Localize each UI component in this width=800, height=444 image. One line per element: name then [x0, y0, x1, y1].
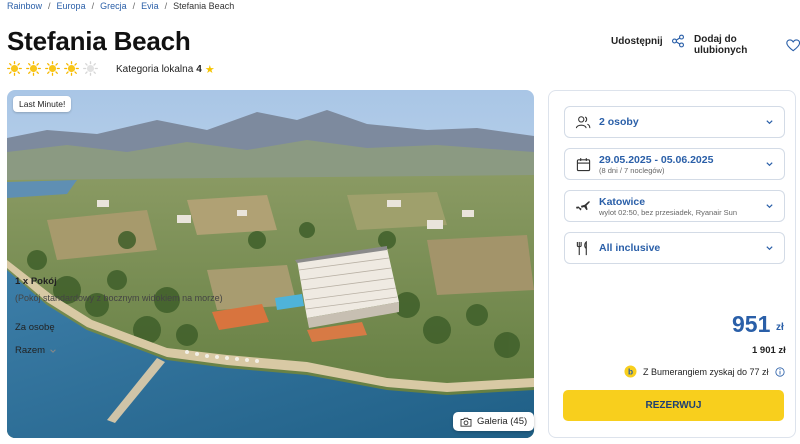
gallery-label: Galeria (45)	[477, 416, 528, 427]
chevron-down-icon	[766, 246, 773, 251]
sun-star-icon	[64, 61, 79, 76]
page-title: Stefania Beach	[7, 26, 191, 56]
boomerang-text: Z Bumerangiem zyskaj do 77 zł	[643, 366, 769, 377]
boomerang-info: b Z Bumerangiem zyskaj do 77 zł	[624, 365, 785, 378]
breadcrumb-separator: /	[91, 1, 95, 11]
camera-icon	[460, 417, 472, 427]
dates-duration: (8 dni / 7 noclegów)	[599, 165, 665, 175]
hotel-photo[interactable]	[7, 90, 534, 438]
departure-city: Katowice	[599, 195, 646, 208]
board-select[interactable]: All inclusive	[564, 232, 785, 264]
reserve-button[interactable]: REZERWUJ	[563, 390, 784, 421]
share-label: Udostępnij	[611, 35, 663, 47]
sun-star-empty-icon	[83, 61, 98, 76]
last-minute-badge: Last Minute!	[13, 96, 72, 112]
sun-star-icon	[45, 61, 60, 76]
sun-star-icon	[7, 61, 22, 76]
breadcrumb-item-rainbow[interactable]: Rainbow	[7, 1, 42, 11]
breadcrumb-item-europa[interactable]: Europa	[57, 1, 86, 11]
favorites-label: Dodaj do ulubionych	[694, 34, 748, 56]
breadcrumb: Rainbow / Europa / Grecja / Evia / Stefa…	[7, 0, 234, 12]
room-description: (Pokój standardowy z bocznym widokiem na…	[15, 293, 223, 303]
breadcrumb-separator: /	[48, 1, 51, 11]
info-icon[interactable]	[774, 366, 785, 377]
breadcrumb-item-evia[interactable]: Evia	[141, 1, 159, 11]
aerial-photo-illustration	[7, 90, 534, 438]
cutlery-icon	[575, 240, 591, 256]
total-toggle[interactable]: Razem	[15, 345, 57, 356]
hotel-rating	[7, 61, 98, 76]
departure-select[interactable]: Katowice wylot 02:50, bez przesiadek, Ry…	[564, 190, 785, 222]
total-price: 1 901 zł	[752, 345, 786, 356]
heart-icon	[785, 38, 800, 51]
calendar-icon	[575, 156, 591, 172]
chevron-down-icon	[50, 348, 56, 353]
share-button[interactable]: Udostępnij	[611, 34, 685, 48]
star-icon: ★	[204, 64, 215, 76]
per-person-label: Za osobę	[15, 322, 55, 333]
chevron-down-icon	[766, 162, 773, 167]
gallery-button[interactable]: Galeria (45)	[453, 412, 535, 431]
local-category: Kategoria lokalna 4 ★	[116, 63, 215, 76]
category-label: Kategoria lokalna	[116, 64, 194, 75]
add-to-favorites-button[interactable]: Dodaj do ulubionych	[694, 34, 800, 56]
sun-star-icon	[26, 61, 41, 76]
total-label: Razem	[15, 345, 46, 356]
price-currency: zł	[776, 322, 784, 333]
hotel-page: Rainbow / Europa / Grecja / Evia / Stefa…	[0, 0, 800, 444]
airplane-icon	[575, 198, 591, 214]
departure-details: wylot 02:50, bez przesiadek, Ryanair Sun	[599, 207, 737, 217]
room-count: 1 x Pokój	[15, 276, 57, 287]
chevron-down-icon	[766, 120, 773, 125]
breadcrumb-separator: /	[132, 1, 136, 11]
persons-value: 2 osoby	[599, 116, 639, 128]
price-per-person: 951	[732, 311, 771, 337]
booking-panel: 2 osoby 29.05.2025 - 05.06.2025 (8 dni /…	[548, 90, 796, 438]
persons-select[interactable]: 2 osoby	[564, 106, 785, 138]
dates-value: 29.05.2025 - 05.06.2025	[599, 153, 714, 166]
board-value: All inclusive	[599, 242, 661, 254]
boomerang-logo-icon: b	[624, 365, 637, 378]
breadcrumb-item-current: Stefania Beach	[173, 1, 235, 11]
svg-text:b: b	[628, 367, 633, 377]
category-value: 4	[196, 64, 202, 75]
chevron-down-icon	[766, 204, 773, 209]
dates-select[interactable]: 29.05.2025 - 05.06.2025 (8 dni / 7 nocle…	[564, 148, 785, 180]
breadcrumb-item-grecja[interactable]: Grecja	[100, 1, 127, 11]
share-icon	[671, 34, 684, 48]
persons-icon	[575, 114, 591, 130]
breadcrumb-separator: /	[164, 1, 168, 11]
